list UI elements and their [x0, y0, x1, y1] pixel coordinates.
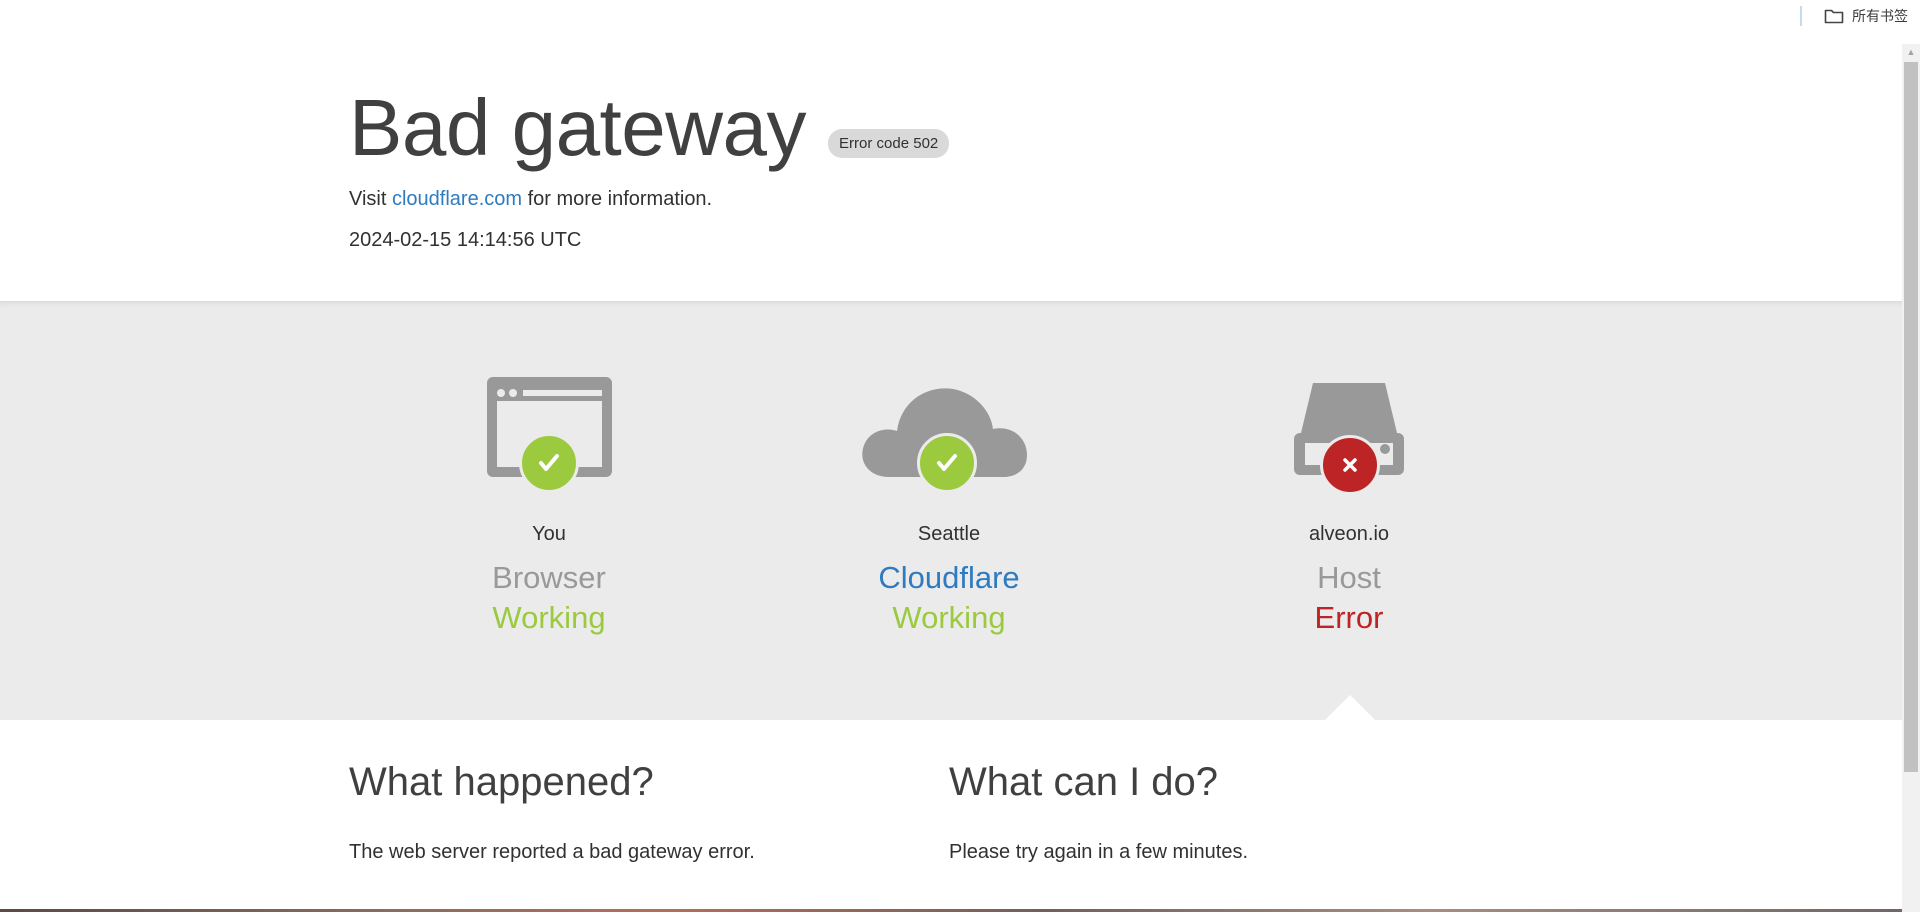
what-happened-column: What happened? The web server reported a… — [349, 760, 949, 864]
what-happened-title: What happened? — [349, 760, 654, 804]
folder-icon — [1824, 8, 1844, 24]
title-row: Bad gateway Error code 502 — [349, 88, 1549, 168]
node-host: alveon.io Host Error — [1189, 377, 1509, 636]
node-name: Browser — [492, 560, 606, 595]
explanation-section: What happened? The web server reported a… — [349, 760, 1549, 864]
browser-icon — [449, 377, 649, 499]
error-header: Bad gateway Error code 502 Visit cloudfl… — [349, 88, 1549, 252]
node-location: You — [532, 523, 566, 545]
check-icon — [917, 433, 977, 493]
error-code-badge: Error code 502 — [828, 129, 950, 158]
all-bookmarks-button[interactable]: 所有书签 — [1824, 6, 1908, 26]
node-location: Seattle — [917, 523, 981, 545]
what-can-i-do-text: Please try again in a few minutes. — [949, 841, 1249, 863]
bookmarks-divider — [1800, 6, 1802, 26]
scrollbar-thumb[interactable] — [1904, 62, 1918, 772]
check-icon — [519, 433, 579, 493]
all-bookmarks-label: 所有书签 — [1852, 8, 1908, 24]
error-timestamp: 2024-02-15 14:14:56 UTC — [349, 229, 582, 251]
what-can-i-do-title: What can I do? — [949, 760, 1219, 804]
visit-prefix: Visit — [349, 188, 392, 210]
node-status: Working — [492, 600, 606, 635]
cloudflare-link[interactable]: cloudflare.com — [392, 188, 522, 210]
server-icon — [1249, 377, 1449, 499]
node-browser: You Browser Working — [389, 377, 709, 636]
node-name: Cloudflare — [878, 560, 1020, 595]
cloud-icon — [849, 377, 1049, 499]
what-can-i-do-column: What can I do? Please try again in a few… — [949, 760, 1549, 864]
what-happened-text: The web server reported a bad gateway er… — [349, 841, 755, 863]
visit-suffix: for more information. — [522, 188, 713, 210]
node-location: alveon.io — [1308, 523, 1390, 545]
error-pointer-arrow — [1324, 695, 1376, 721]
scroll-up-arrow-icon[interactable]: ▲ — [1902, 44, 1920, 60]
vertical-scrollbar[interactable]: ▲ — [1902, 44, 1920, 912]
node-name: Host — [1317, 560, 1381, 595]
bookmarks-bar: 所有书签 — [1800, 0, 1908, 32]
page-title: Bad gateway — [349, 83, 807, 172]
node-status: Working — [892, 600, 1006, 635]
cross-icon — [1320, 435, 1380, 495]
node-cloudflare: Seattle Cloudflare Working — [789, 377, 1109, 636]
page: 所有书签 ▲ Bad gateway Error code 502 Visit … — [0, 0, 1920, 912]
node-status: Error — [1314, 600, 1384, 635]
visit-info: Visit cloudflare.com for more informatio… — [349, 188, 1549, 211]
status-band: You Browser Working Seattle Cloudflare W… — [0, 301, 1902, 720]
